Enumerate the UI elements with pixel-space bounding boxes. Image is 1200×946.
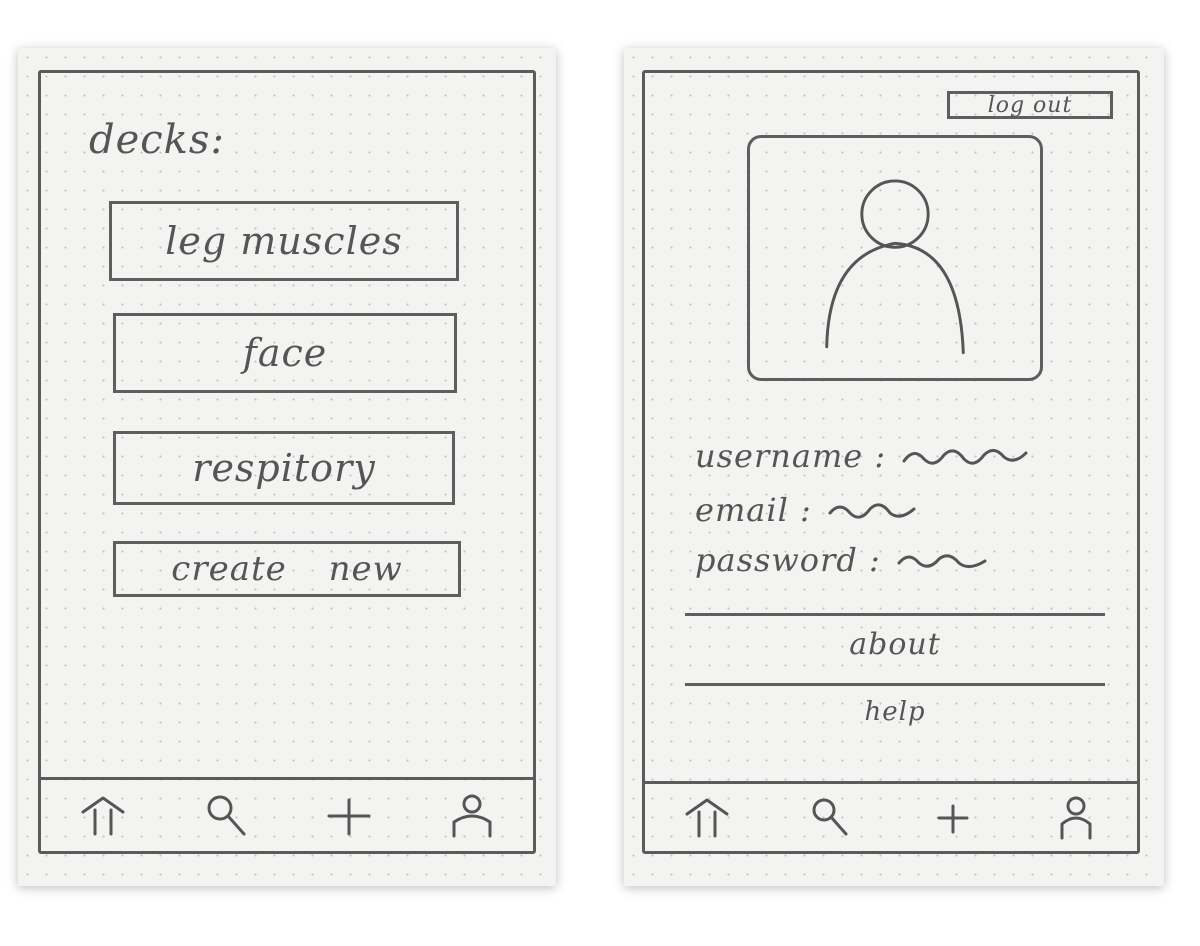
nav-search-button[interactable] bbox=[800, 790, 860, 846]
squiggle-placeholder-icon bbox=[902, 449, 1028, 465]
nav-profile-button[interactable] bbox=[1046, 790, 1106, 846]
nav-home-button[interactable] bbox=[677, 790, 737, 846]
nav-search-button[interactable] bbox=[196, 788, 256, 844]
plus-icon bbox=[327, 798, 370, 835]
help-menu-item[interactable]: help bbox=[685, 697, 1105, 727]
section-divider bbox=[685, 613, 1105, 616]
username-row: username : bbox=[695, 437, 1030, 475]
home-icon bbox=[685, 798, 728, 837]
create-new-deck-button[interactable]: create new bbox=[113, 541, 461, 597]
sketch-sheet-profile: log out username : email : password : ab… bbox=[624, 48, 1164, 886]
nav-add-button[interactable] bbox=[923, 790, 983, 846]
avatar bbox=[747, 135, 1043, 381]
home-icon bbox=[81, 796, 124, 835]
phone-frame-profile: log out username : email : password : ab… bbox=[642, 70, 1140, 854]
sketch-sheet-decks: decks: leg muscles face respitory create… bbox=[18, 48, 556, 886]
section-divider bbox=[685, 683, 1105, 686]
about-menu-item[interactable]: about bbox=[685, 627, 1105, 662]
squiggle-placeholder-icon bbox=[828, 503, 916, 519]
bottom-nav-bar bbox=[41, 777, 533, 851]
nav-home-button[interactable] bbox=[73, 788, 133, 844]
decks-title: decks: bbox=[89, 117, 225, 163]
search-icon bbox=[812, 798, 847, 835]
bottom-nav-bar bbox=[645, 781, 1137, 851]
logout-button[interactable]: log out bbox=[947, 91, 1113, 119]
deck-button-respitory[interactable]: respitory bbox=[113, 431, 455, 505]
password-label: password : bbox=[695, 541, 881, 579]
squiggle-placeholder-icon bbox=[897, 554, 987, 568]
profile-icon bbox=[1060, 796, 1091, 839]
nav-profile-button[interactable] bbox=[442, 788, 502, 844]
deck-button-face[interactable]: face bbox=[113, 313, 457, 393]
password-row: password : bbox=[695, 541, 1025, 579]
profile-icon bbox=[452, 794, 491, 837]
deck-button-leg-muscles[interactable]: leg muscles bbox=[109, 201, 459, 281]
nav-add-button[interactable] bbox=[319, 788, 379, 844]
email-label: email : bbox=[695, 491, 812, 529]
user-silhouette-icon bbox=[825, 179, 965, 355]
username-label: username : bbox=[695, 437, 887, 475]
search-icon bbox=[207, 795, 245, 835]
phone-frame-decks: decks: leg muscles face respitory create… bbox=[38, 70, 536, 854]
plus-icon bbox=[937, 804, 968, 833]
email-row: email : bbox=[695, 491, 956, 529]
